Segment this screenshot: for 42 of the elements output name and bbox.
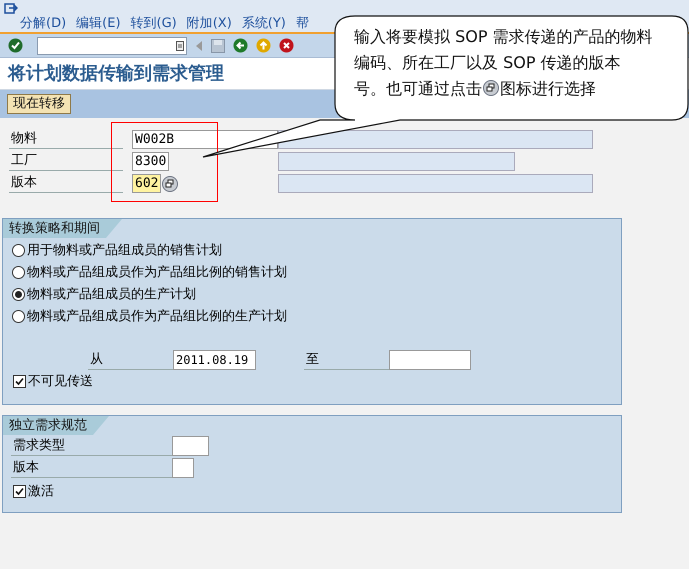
field-label: 工厂 <box>9 152 123 171</box>
field-label: 物料 <box>9 130 123 149</box>
input-field[interactable]: 8300 <box>132 152 170 171</box>
group-title: 转换策略和期间 <box>3 219 122 238</box>
callout-text: 输入将要模拟 SOP 需求传递的产品的物料编码、所在工厂以及 SOP 传递的版本 <box>354 26 654 74</box>
dropdown-icon[interactable] <box>176 40 184 50</box>
radio-label: 用于物料或产品组成员的销售计划 <box>27 242 222 260</box>
date-field[interactable] <box>389 350 471 370</box>
menu-item[interactable]: 帮 <box>296 14 309 34</box>
transfer-now-button[interactable]: 现在转移 <box>7 94 71 114</box>
radio-button[interactable] <box>12 310 25 323</box>
input-field[interactable] <box>172 436 209 456</box>
checkbox[interactable] <box>13 375 26 388</box>
menu-item[interactable]: 编辑(E) <box>76 14 121 34</box>
radio-button[interactable] <box>12 244 25 257</box>
radio-label: 物料或产品组成员的生产计划 <box>27 286 196 304</box>
radio-button[interactable] <box>12 288 25 301</box>
back-icon[interactable] <box>233 38 248 53</box>
enter-icon[interactable] <box>8 38 23 53</box>
checkbox-label: 激活 <box>28 483 54 501</box>
checkbox-label: 不可见传送 <box>28 373 93 391</box>
input-field[interactable]: 602 <box>132 174 162 193</box>
menu-item[interactable]: 转到(G) <box>130 14 177 34</box>
input-field[interactable] <box>172 458 194 478</box>
checkbox[interactable] <box>13 485 26 498</box>
callout-text: 号。也可通过点击 <box>354 79 482 98</box>
value-help-icon[interactable] <box>483 80 499 96</box>
field-label: 版本 <box>9 174 123 193</box>
radio-label: 物料或产品组成员作为产品组比例的销售计划 <box>27 264 287 282</box>
radio-label: 物料或产品组成员作为产品组比例的生产计划 <box>27 308 287 326</box>
radio-button[interactable] <box>12 266 25 279</box>
screen-title: 将计划数据传输到需求管理 <box>8 62 224 86</box>
menu-item[interactable]: 系统(Y) <box>242 14 286 34</box>
cancel-icon[interactable] <box>279 38 294 53</box>
command-field[interactable] <box>37 36 187 54</box>
group-title: 独立需求规范 <box>3 416 109 435</box>
menu-item[interactable]: 附加(X) <box>186 14 232 34</box>
value-help-icon[interactable] <box>162 176 178 192</box>
date-field[interactable]: 2011.08.19 <box>173 350 256 370</box>
menu-item[interactable]: 分解(D) <box>20 14 66 34</box>
callout-text: 图标进行选择 <box>500 79 596 98</box>
system-menu-icon[interactable] <box>4 3 18 15</box>
